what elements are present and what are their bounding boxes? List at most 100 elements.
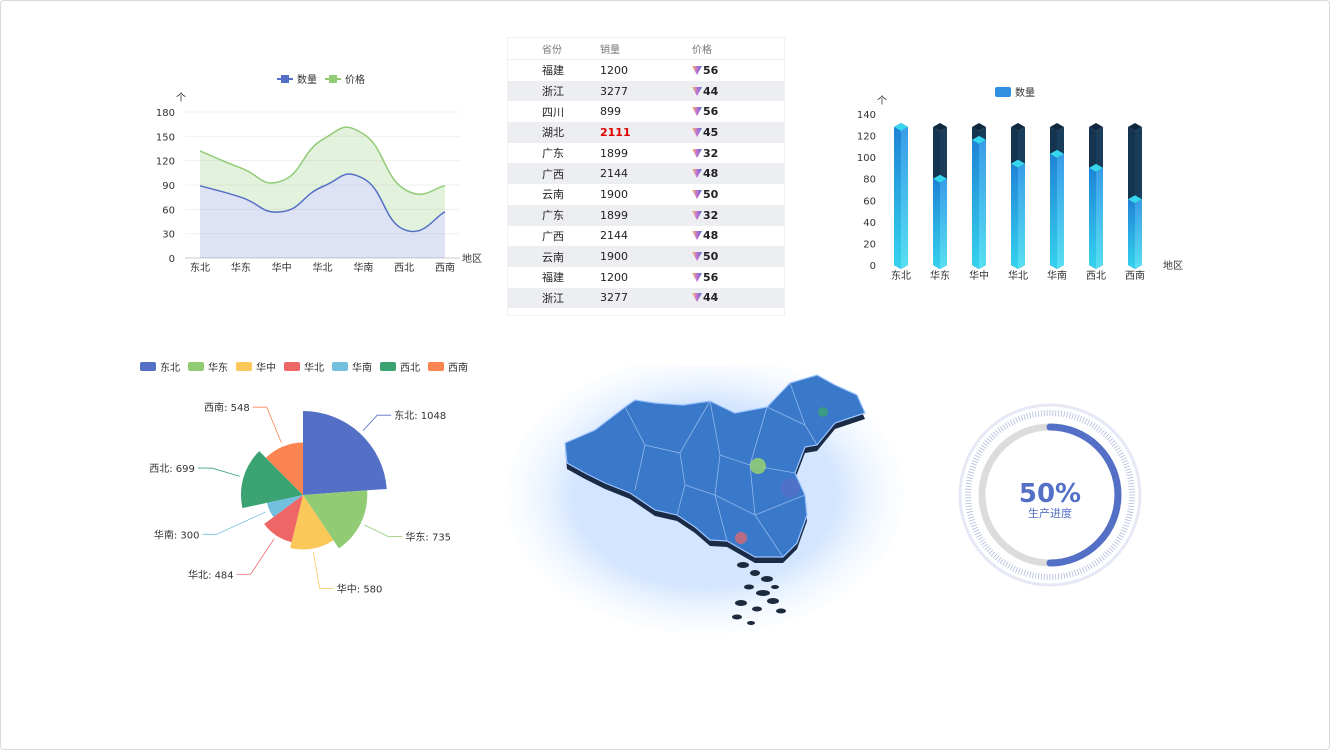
pie-slice[interactable] [303,411,387,495]
pie-label-line [312,552,334,589]
bar-chart-panel: 数量个 0 20 40 60 80 100 120 140 地区 东北 华东 华中 华北 华南 西北 西南 [845,80,1195,290]
bar-y-tick: 140 [857,110,876,121]
pie-label: 华中: 580 [337,583,383,596]
price-triangle-icon [692,272,702,282]
line-y-tick: 30 [162,230,175,241]
cell-sales: 2144 [600,229,628,243]
bar[interactable] [1011,122,1025,269]
cell-price-value: 44 [703,84,719,98]
line-x-tick: 华东 [231,261,251,274]
pie-legend-item[interactable]: 西南 [428,361,468,374]
bar-y-tick: 60 [863,196,876,207]
bar[interactable] [894,122,908,269]
bar-y-tick: 20 [863,239,876,250]
table-row[interactable]: 福建 1200 56 [508,267,784,288]
header-price: 价格 [692,45,712,56]
bar-y-tick: 80 [863,175,876,186]
cell-price-value: 32 [703,208,719,222]
cell-sales: 2111 [600,125,631,139]
pie-label-name: 华东 [405,531,425,544]
cell-price: 44 [692,85,784,98]
cell-province: 福建 [542,64,564,78]
gauge-label: 生产进度 [1028,506,1072,520]
pie-legend-item[interactable]: 西北 [380,362,420,374]
line-legend-label: 数量 [297,73,317,86]
bar[interactable] [972,122,986,269]
line-legend-item[interactable]: 数量 [277,73,317,86]
pie-label-name: 华北 [188,568,208,581]
pie-legend-item[interactable]: 华东 [188,361,228,374]
pie-label-value: 548 [231,403,250,414]
price-triangle-icon [692,189,702,199]
line-x-tick: 华北 [313,261,333,274]
table-row[interactable]: 云南 1900 50 [508,246,784,267]
cell-price-value: 44 [703,291,719,305]
cell-price-value: 45 [703,125,719,139]
cell-province: 四川 [542,105,564,119]
cell-sales: 899 [600,105,621,119]
pie-legend-label: 华南 [352,361,372,374]
pie-legend-item[interactable]: 华北 [284,361,324,374]
gauge-value: 50% [1019,479,1081,509]
table-row[interactable]: 浙江 3277 44 [508,80,784,102]
line-legend-label: 价格 [345,73,365,86]
table-row[interactable]: 广东 1899 32 [508,204,784,226]
pie-legend-item[interactable]: 华中 [236,361,276,374]
cell-price: 56 [692,64,784,77]
table-row[interactable]: 浙江 3277 44 [508,287,784,309]
cell-province: 广西 [542,229,564,243]
bar-x-tick: 华南 [1047,269,1067,282]
bar[interactable] [1089,122,1103,269]
cell-price: 56 [692,105,784,118]
map-marker-south [735,532,747,544]
line-x-tick: 西北 [394,262,414,274]
china-map-panel [505,355,910,640]
pie-label-line [202,511,266,535]
pie-label: 华北: 484 [188,568,234,581]
progress-gauge: 50% 生产进度 [958,403,1142,587]
cell-province: 云南 [542,188,564,202]
cell-price: 32 [692,147,784,160]
table-row[interactable]: 四川 899 56 [508,101,784,122]
price-triangle-icon [692,210,702,220]
pie-label-value: 735 [432,533,451,544]
bar-y-tick: 0 [870,261,876,272]
bar[interactable] [933,122,947,269]
cell-province: 福建 [542,271,564,285]
bar-x-tick: 西南 [1125,269,1145,282]
table-row[interactable]: 广西 2144 48 [508,163,784,185]
pie-label: 东北: 1048 [394,409,446,422]
table-row[interactable]: 广西 2144 48 [508,226,784,247]
cell-price: 48 [692,167,784,180]
bar-x-tick: 西北 [1086,270,1106,282]
rose-pie-chart: 东北 华东 华中 华北 华南 西北 西南东北: 1048华东: 735华中: 580华北: … [140,361,468,596]
table-row[interactable]: 湖北 2111 45 [508,122,784,143]
table-row[interactable]: 福建 1200 56 [508,60,784,81]
price-triangle-icon [692,107,702,117]
cell-sales: 1899 [600,208,628,222]
bar[interactable] [1050,122,1064,269]
map-marker-north [750,458,766,474]
line-x-name: 地区 [462,252,482,265]
cell-price: 48 [692,229,784,242]
pie-legend-item[interactable]: 东北 [140,361,180,374]
pie-legend-label: 华东 [208,361,228,374]
bar[interactable] [1128,122,1142,269]
pie-legend-item[interactable]: 华南 [332,361,372,374]
bar-x-tick: 华东 [930,269,950,282]
cell-sales: 2144 [600,167,628,181]
table-row[interactable]: 云南 1900 50 [508,184,784,205]
line-legend-item[interactable]: 价格 [325,73,365,86]
cell-price: 45 [692,126,784,139]
table-row[interactable]: 广东 1899 32 [508,143,784,164]
cell-price-value: 50 [703,250,719,264]
pie-label-value: 300 [180,530,199,541]
map-marker-east [780,478,800,498]
pie-legend-label: 西南 [448,361,468,374]
progress-gauge-panel: 50% 生产进度 [955,400,1145,590]
line-y-tick: 120 [156,157,175,168]
cell-price-value: 56 [703,270,719,284]
bar-legend-item[interactable]: 数量 [995,86,1035,99]
line-chart-panel: 数量 价格个 0 30 60 90 120 150 180 地区 东北 华东 华中 华北 华南 西北 西南 [140,65,500,285]
pie-legend-label: 西北 [400,362,420,374]
